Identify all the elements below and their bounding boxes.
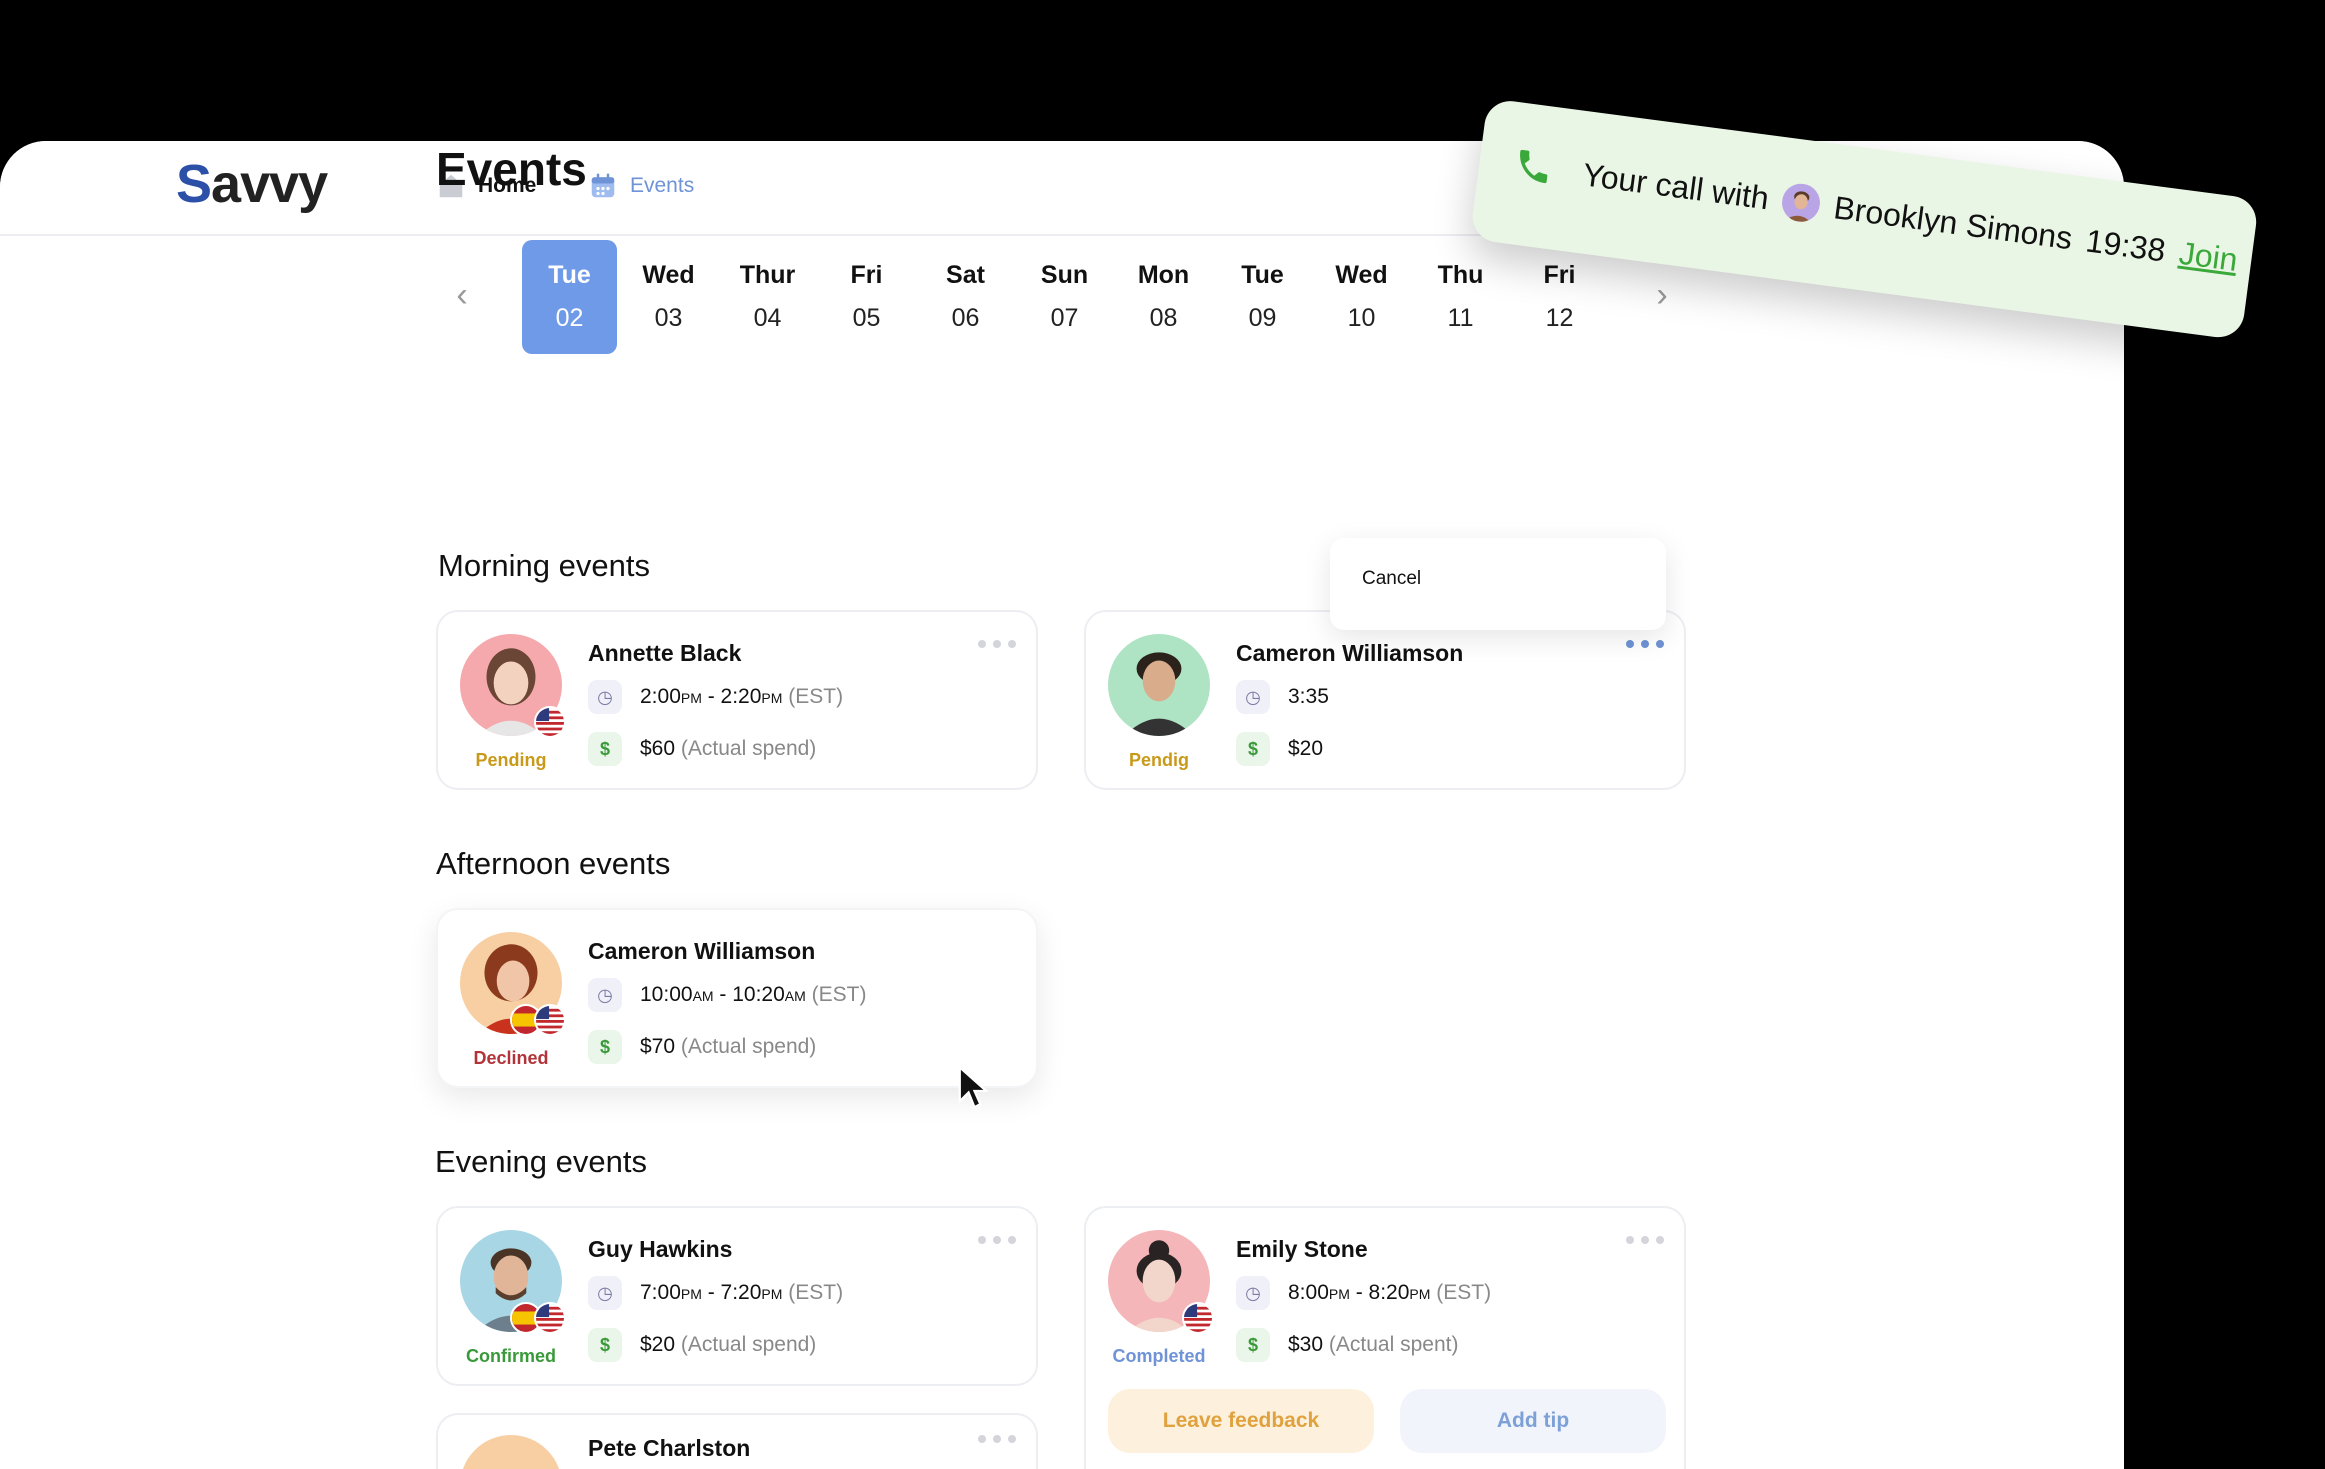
date-wed-03[interactable]: Wed 03: [621, 240, 716, 354]
event-amount-row: $ $60 (Actual spend): [588, 732, 816, 766]
status-badge: Confirmed: [466, 1346, 556, 1366]
event-card-annette-black[interactable]: Pending Annette Black ◷ 2:00PM - 2:20PM …: [436, 610, 1038, 790]
chevron-left-icon[interactable]: ‹: [442, 270, 482, 320]
clock-icon: ◷: [588, 680, 622, 714]
event-time-row: ◷ 10:00AM - 10:20AM (EST): [588, 978, 866, 1012]
date-mon-08[interactable]: Mon 08: [1116, 240, 1211, 354]
caller-avatar: [1780, 181, 1823, 225]
status-badge: Pending: [475, 750, 547, 770]
us-flag-icon: [534, 1004, 566, 1036]
date-tue-02[interactable]: Tue 02: [522, 240, 617, 354]
event-amount-row: $ $20 (Actual spend): [588, 1328, 816, 1362]
event-person-name: Pete Charlston: [588, 1435, 751, 1461]
us-flag-icon: [534, 706, 566, 738]
more-dots-icon[interactable]: [978, 640, 1016, 648]
dollar-icon: $: [588, 732, 622, 766]
toast-message: Your call with: [1580, 155, 1772, 216]
dollar-icon: $: [588, 1030, 622, 1064]
event-options-menu: Cancel: [1330, 538, 1666, 630]
date-sat-06[interactable]: Sat 06: [918, 240, 1013, 354]
afternoon-events-heading: Afternoon events: [436, 846, 671, 881]
caller-name: Brooklyn Simons: [1831, 188, 2075, 256]
event-person-name: Annette Black: [588, 640, 742, 666]
savvy-logo[interactable]: Savvy: [176, 153, 328, 215]
date-thu-11[interactable]: Thu 11: [1413, 240, 1508, 354]
event-time-row: ◷ 8:00PM - 8:20PM (EST): [1236, 1276, 1491, 1310]
dollar-icon: $: [588, 1328, 622, 1362]
date-tue-09[interactable]: Tue 09: [1215, 240, 1310, 354]
event-card-cameron-williamson-morning[interactable]: Pendig Cameron Williamson ◷ 3:35 $ $20: [1084, 610, 1686, 790]
clock-icon: ◷: [1236, 680, 1270, 714]
clock-icon: ◷: [588, 1276, 622, 1310]
date-wed-10[interactable]: Wed 10: [1314, 240, 1409, 354]
mouse-cursor-icon: [958, 1066, 988, 1109]
calendar-icon: [591, 173, 615, 198]
date-list: Tue 02 Wed 03 Thur 04 Fri 05 Sat 06 Sun 07 Mon…: [522, 240, 1607, 354]
event-time-row: ◷ 7:00PM - 7:20PM (EST): [588, 1276, 843, 1310]
event-person-name: Guy Hawkins: [588, 1236, 733, 1262]
event-amount-row: $ $70 (Actual spend): [588, 1030, 816, 1064]
event-person-name: Cameron Williamson: [588, 938, 816, 964]
date-fri-05[interactable]: Fri 05: [819, 240, 914, 354]
more-dots-icon[interactable]: [978, 1435, 1016, 1443]
more-dots-icon[interactable]: [978, 1236, 1016, 1244]
avatar: [460, 1230, 566, 1334]
status-badge: Completed: [1112, 1346, 1206, 1366]
page-title: Events: [436, 143, 587, 195]
avatar: [460, 932, 566, 1036]
us-flag-icon: [534, 1302, 566, 1334]
event-time-row: ◷ 3:35: [1236, 680, 1329, 714]
event-person-name: Cameron Williamson: [1236, 640, 1464, 666]
nav-events[interactable]: Events: [588, 171, 694, 201]
add-tip-button[interactable]: Add tip: [1400, 1389, 1666, 1453]
event-card-guy-hawkins[interactable]: Confirmed Guy Hawkins ◷ 7:00PM - 7:20PM …: [436, 1206, 1038, 1386]
avatar: [460, 1435, 562, 1469]
more-dots-icon[interactable]: [1626, 1236, 1664, 1244]
leave-feedback-button[interactable]: Leave feedback: [1108, 1389, 1374, 1453]
clock-icon: ◷: [588, 978, 622, 1012]
morning-events-heading: Morning events: [438, 548, 650, 583]
date-fri-12[interactable]: Fri 12: [1512, 240, 1607, 354]
date-sun-07[interactable]: Sun 07: [1017, 240, 1112, 354]
chevron-right-icon[interactable]: ›: [1642, 270, 1682, 320]
event-time-row: ◷ 2:00PM - 2:20PM (EST): [588, 680, 843, 714]
avatar: [1108, 1230, 1214, 1334]
call-time: 19:38: [2083, 221, 2168, 269]
dollar-icon: $: [1236, 732, 1270, 766]
event-amount-row: $ $30 (Actual spent): [1236, 1328, 1458, 1362]
date-thur-04[interactable]: Thur 04: [720, 240, 815, 354]
avatar: [460, 634, 566, 738]
date-selector: ‹ Tue 02 Wed 03 Thur 04 Fri 05 Sat 06 Sun 07 M…: [436, 240, 1686, 358]
more-dots-icon[interactable]: [1626, 640, 1664, 648]
status-badge: Pendig: [1128, 750, 1189, 770]
cancel-menu-item[interactable]: Cancel: [1362, 568, 1421, 590]
avatar: [1108, 634, 1210, 736]
status-badge: Declined: [473, 1048, 549, 1068]
event-person-name: Emily Stone: [1236, 1236, 1368, 1262]
dollar-icon: $: [1236, 1328, 1270, 1362]
event-card-cameron-williamson-afternoon[interactable]: Declined Cameron Williamson ◷ 10:00AM - …: [436, 908, 1038, 1088]
us-flag-icon: [1182, 1302, 1214, 1334]
phone-icon: [1520, 149, 1548, 184]
event-amount-row: $ $20: [1236, 732, 1323, 766]
event-card-pete-charlston[interactable]: Pete Charlston: [436, 1413, 1038, 1469]
clock-icon: ◷: [1236, 1276, 1270, 1310]
evening-events-heading: Evening events: [435, 1144, 647, 1179]
join-call-link[interactable]: Join: [2177, 234, 2240, 278]
